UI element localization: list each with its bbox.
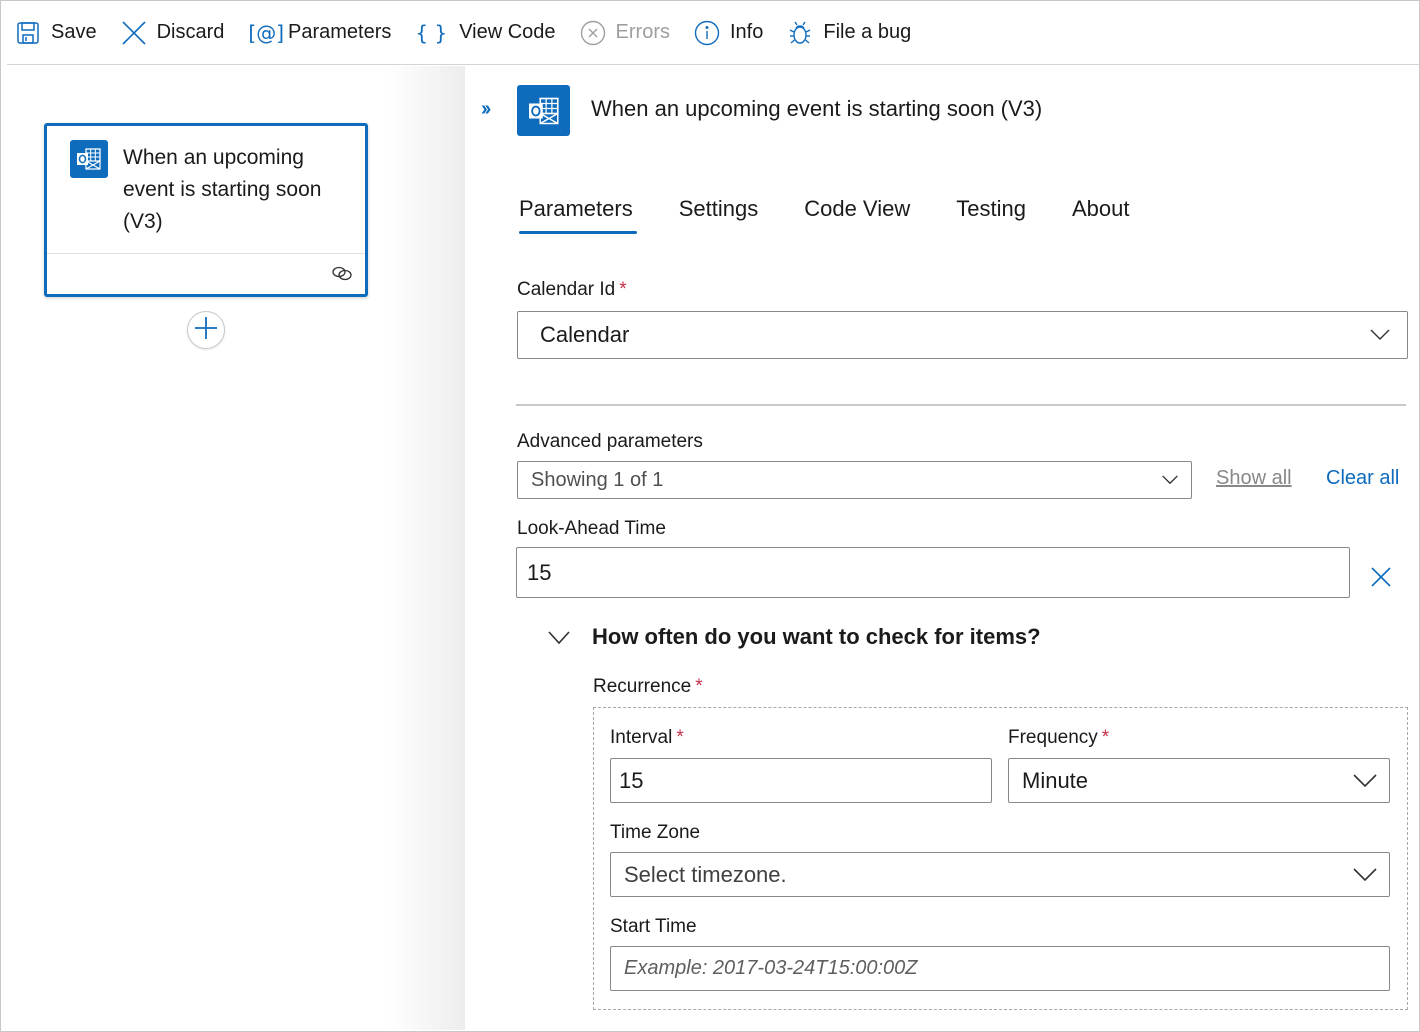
required-mark: * <box>676 727 684 748</box>
trigger-card[interactable]: When an upcoming event is starting soon … <box>44 123 368 297</box>
panel-tabs: Parameters Settings Code View Testing Ab… <box>519 196 1175 234</box>
time-zone-label: Time Zone <box>610 822 701 843</box>
file-bug-label: File a bug <box>823 21 912 43</box>
calendar-id-label: Calendar Id * <box>517 279 627 300</box>
tab-testing[interactable]: Testing <box>956 196 1026 234</box>
designer-canvas[interactable]: When an upcoming event is starting soon … <box>2 66 465 1030</box>
errors-label: Errors <box>615 21 670 43</box>
chevron-down-icon[interactable] <box>547 630 571 646</box>
required-mark: * <box>619 279 627 300</box>
save-button[interactable]: Save <box>15 13 97 53</box>
chevron-down-icon <box>1353 867 1377 881</box>
outlook-icon <box>517 85 570 136</box>
advanced-parameters-value: Showing 1 of 1 <box>531 468 664 491</box>
code-braces-icon: { } <box>415 20 448 45</box>
interval-label: Interval * <box>610 727 684 748</box>
outlook-icon <box>70 140 108 178</box>
recurrence-label: Recurrence * <box>593 676 703 697</box>
advanced-parameters-label: Advanced parameters <box>517 431 703 452</box>
interval-input[interactable]: 15 <box>610 758 992 803</box>
tab-code-view[interactable]: Code View <box>804 196 910 234</box>
frequency-dropdown[interactable]: Minute <box>1008 758 1390 803</box>
info-icon <box>694 20 720 46</box>
errors-button[interactable]: Errors <box>580 13 670 53</box>
frequency-value: Minute <box>1022 767 1089 793</box>
save-icon <box>15 20 41 46</box>
start-time-label: Start Time <box>610 916 697 937</box>
view-code-label: View Code <box>459 21 556 43</box>
advanced-parameters-dropdown[interactable]: Showing 1 of 1 <box>517 461 1192 499</box>
chevron-down-icon <box>1353 773 1377 787</box>
app-frame: Save Discard [@] Parameters { } View Cod… <box>0 0 1420 1032</box>
calendar-id-value: Calendar <box>540 322 630 347</box>
look-ahead-input[interactable]: 15 <box>516 547 1350 598</box>
start-time-placeholder: Example: 2017-03-24T15:00:00Z <box>624 957 918 979</box>
clear-all-link[interactable]: Clear all <box>1326 467 1399 490</box>
double-chevron-right-icon[interactable]: ›› <box>481 98 491 121</box>
info-label: Info <box>730 21 764 43</box>
bug-icon <box>787 20 813 46</box>
chevron-down-icon <box>1162 475 1178 485</box>
error-circle-icon <box>580 20 606 46</box>
parameters-label: Parameters <box>288 21 392 43</box>
tab-settings[interactable]: Settings <box>679 196 759 234</box>
look-ahead-label: Look-Ahead Time <box>517 518 666 539</box>
show-all-link[interactable]: Show all <box>1216 467 1292 490</box>
start-time-input[interactable]: Example: 2017-03-24T15:00:00Z <box>610 946 1390 991</box>
toolbar: Save Discard [@] Parameters { } View Cod… <box>7 1 1419 65</box>
time-zone-placeholder: Select timezone. <box>624 861 787 887</box>
recurrence-section-title[interactable]: How often do you want to check for items… <box>592 624 1041 650</box>
link-icon[interactable] <box>331 264 353 282</box>
tab-parameters[interactable]: Parameters <box>519 196 637 234</box>
required-mark: * <box>695 676 703 697</box>
file-bug-button[interactable]: File a bug <box>787 13 911 53</box>
remove-parameter-icon[interactable] <box>1370 566 1392 588</box>
discard-button[interactable]: Discard <box>121 13 225 53</box>
trigger-card-title: When an upcoming event is starting soon … <box>123 146 322 233</box>
look-ahead-value: 15 <box>527 559 552 585</box>
parameters-icon: [@] <box>248 20 284 45</box>
discard-label: Discard <box>156 21 225 43</box>
close-icon <box>121 20 147 46</box>
card-divider <box>47 253 365 254</box>
required-mark: * <box>1101 727 1110 748</box>
plus-icon <box>194 316 218 345</box>
section-divider <box>516 404 1406 406</box>
details-panel: ›› When an upcoming event is starting so… <box>465 66 1418 1030</box>
add-step-button[interactable] <box>187 311 225 349</box>
parameters-button[interactable]: [@] Parameters <box>248 13 391 53</box>
info-button[interactable]: Info <box>694 13 763 53</box>
view-code-button[interactable]: { } View Code <box>415 13 555 53</box>
panel-title: When an upcoming event is starting soon … <box>591 96 1043 121</box>
frequency-label: Frequency * <box>1008 727 1110 748</box>
tab-about[interactable]: About <box>1072 196 1130 234</box>
time-zone-dropdown[interactable]: Select timezone. <box>610 852 1390 897</box>
calendar-id-dropdown[interactable]: Calendar <box>517 311 1408 359</box>
chevron-down-icon <box>1370 329 1390 340</box>
interval-value: 15 <box>619 767 644 793</box>
save-label: Save <box>51 21 97 43</box>
